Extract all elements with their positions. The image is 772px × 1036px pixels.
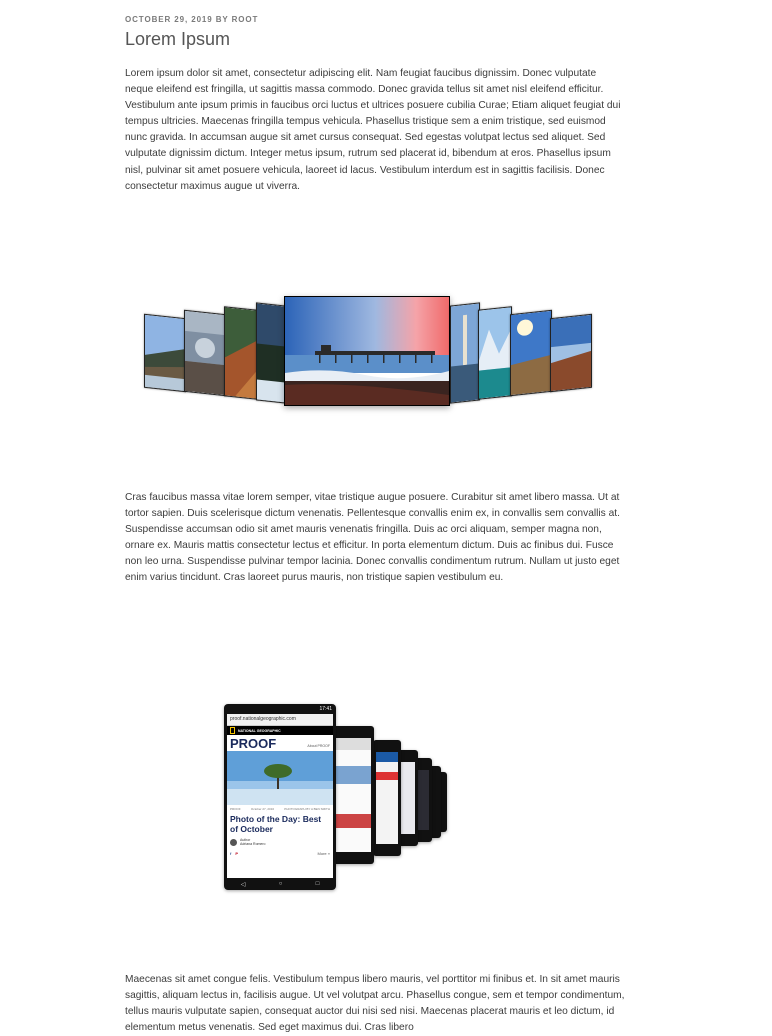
phone-coverflow[interactable]: 17:41 proof.nationalgeographic.com NATIO… bbox=[220, 700, 460, 895]
image-coverflow[interactable] bbox=[140, 292, 600, 412]
kicker-label: PROOF bbox=[230, 807, 241, 811]
facebook-share-icon[interactable]: f bbox=[230, 851, 231, 856]
more-link[interactable]: More » bbox=[318, 851, 330, 856]
date-label: October 27, 2016 bbox=[250, 807, 275, 811]
author-name: Adriana Romero bbox=[240, 842, 266, 846]
gallery-thumb-coast[interactable] bbox=[144, 313, 186, 393]
gallery-thumb-sunburst[interactable] bbox=[510, 309, 552, 397]
phone-thumb[interactable] bbox=[373, 740, 401, 856]
back-icon[interactable]: ◁ bbox=[241, 881, 246, 888]
gallery-thumb-monument[interactable] bbox=[450, 302, 480, 404]
photo-credit: PHOTOGRAPH BY A BEN SMITH bbox=[284, 807, 330, 811]
hero-photo[interactable] bbox=[227, 751, 333, 805]
recents-icon[interactable]: □ bbox=[316, 881, 320, 888]
post-paragraph: Cras faucibus massa vitae lorem semper, … bbox=[125, 492, 620, 584]
gallery-main-pier[interactable] bbox=[284, 296, 450, 406]
pinterest-share-icon[interactable]: P bbox=[235, 851, 238, 856]
author-avatar bbox=[230, 838, 237, 846]
gallery-thumb-lake[interactable] bbox=[478, 306, 512, 400]
phone-status-time: 17:41 bbox=[319, 706, 332, 712]
gallery-thumb-beach[interactable] bbox=[550, 313, 592, 393]
post-title[interactable]: Lorem Ipsum bbox=[125, 29, 230, 50]
phone-url-bar[interactable]: proof.nationalgeographic.com bbox=[227, 714, 333, 726]
phone-thumb[interactable] bbox=[398, 750, 418, 846]
post-paragraph: Maecenas sit amet congue felis. Vestibul… bbox=[125, 974, 625, 1034]
brand-label: NATIONAL GEOGRAPHIC bbox=[238, 728, 281, 733]
home-icon[interactable]: ○ bbox=[279, 881, 283, 888]
section-title[interactable]: PROOF bbox=[230, 736, 276, 751]
natgeo-logo-icon bbox=[230, 727, 235, 734]
gallery-thumb-trees[interactable] bbox=[256, 302, 286, 404]
gallery-thumb-canyon[interactable] bbox=[224, 306, 258, 400]
phone-thumb[interactable] bbox=[332, 726, 374, 864]
post-paragraph: Lorem ipsum dolor sit amet, consectetur … bbox=[125, 68, 621, 192]
about-link[interactable]: About PROOF bbox=[307, 744, 330, 748]
article-headline[interactable]: Photo of the Day: Best of October bbox=[227, 811, 333, 834]
phone-main[interactable]: 17:41 proof.nationalgeographic.com NATIO… bbox=[224, 704, 336, 890]
post-meta: OCTOBER 29, 2019 BY ROOT bbox=[125, 15, 259, 24]
gallery-thumb-ice[interactable] bbox=[184, 309, 226, 397]
